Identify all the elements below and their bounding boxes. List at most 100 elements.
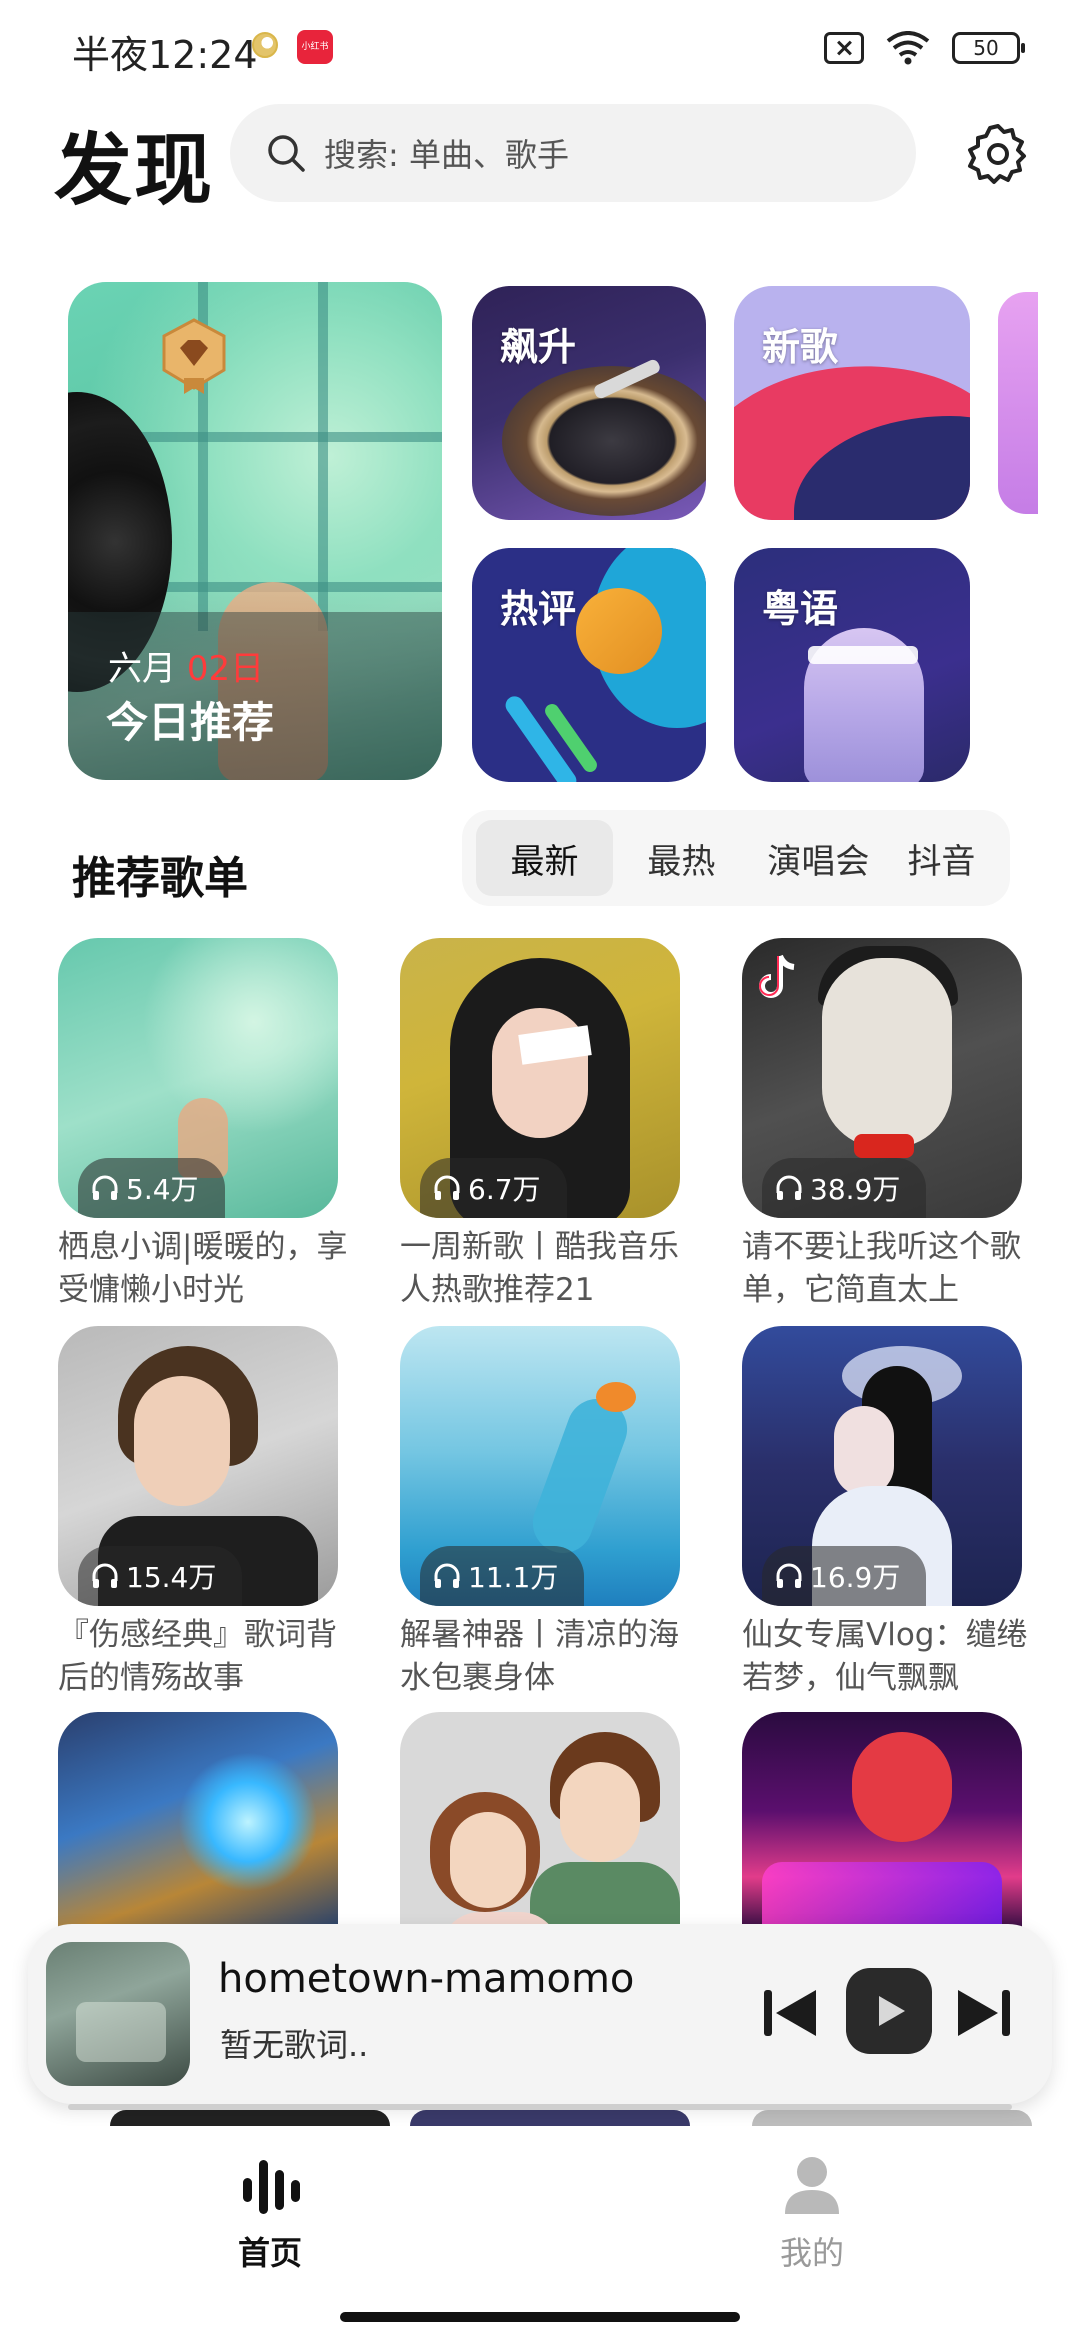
playlist-name: 栖息小调|暖暖的，享受慵懒小时光 (58, 1229, 348, 1308)
cover-figure (178, 1752, 318, 1892)
daily-title: 今日推荐 (106, 698, 275, 747)
play-button[interactable] (846, 1968, 932, 2054)
playlist-card[interactable]: 16.9万 仙女专属Vlog：缱绻若梦，仙气飘飘 (742, 1326, 1027, 1700)
daily-recommend-card[interactable]: 六月 02日 今日推荐 (68, 282, 442, 780)
playlist-card[interactable]: 6.7万 一周新歌丨酷我音乐人热歌推荐21 (400, 938, 680, 1312)
search-placeholder: 搜索: 单曲、歌手 (324, 136, 569, 174)
play-count-badge: 6.7万 (420, 1158, 567, 1218)
bottom-nav: 首页 我的 (0, 2130, 1080, 2340)
playlist-card[interactable]: 11.1万 解暑神器丨清凉的海水包裹身体 (400, 1326, 680, 1700)
diamond-badge-icon (162, 318, 226, 394)
no-signal-icon (824, 32, 864, 64)
playlist-card[interactable]: 5.4万 栖息小调|暖暖的，享受慵懒小时光 (58, 938, 347, 1312)
tab-hottest[interactable]: 最热 (613, 820, 750, 896)
headphones-icon (776, 1563, 802, 1588)
previous-track-icon[interactable] (756, 1980, 822, 2046)
status-bar: 半夜12:24 小红书 50 (0, 0, 1080, 96)
headphones-icon (92, 1175, 118, 1200)
playlist-name: 『伤感经典』歌词背后的情殇故事 (58, 1617, 337, 1696)
playlist-name: 一周新歌丨酷我音乐人热歌推荐21 (400, 1229, 679, 1308)
cover-figure (524, 1390, 636, 1562)
nav-me-label: 我的 (779, 2234, 844, 2272)
xiaohongshu-app-icon: 小红书 (297, 30, 333, 64)
sun-shape (576, 588, 662, 674)
playlist-cover (742, 1712, 1022, 1932)
chart-new-songs-label: 新歌 (762, 325, 839, 369)
play-count-badge: 5.4万 (78, 1158, 225, 1218)
chart-hot-comments-label: 热评 (500, 587, 577, 631)
playlist-card[interactable]: 15.4万 『伤感经典』歌词背后的情殇故事 (58, 1326, 338, 1700)
visor-shape (808, 646, 918, 664)
section-title: 推荐歌单 (72, 853, 248, 904)
play-icon (879, 1996, 905, 2026)
playlist-cover: 15.4万 (58, 1326, 338, 1606)
page-title: 发现 (54, 126, 215, 216)
nav-home-label: 首页 (237, 2234, 302, 2272)
playback-progress[interactable] (68, 2104, 1012, 2110)
chart-cantonese-label: 粤语 (762, 587, 839, 631)
play-count: 11.1万 (468, 1561, 559, 1594)
playlist-name: 仙女专属Vlog：缱绻若梦，仙气飘飘 (742, 1617, 1028, 1696)
playlist-card[interactable] (400, 1712, 680, 1932)
playlist-cover: 11.1万 (400, 1326, 680, 1606)
play-count: 16.9万 (810, 1561, 901, 1594)
now-playing-cover[interactable] (46, 1942, 190, 2086)
gear-icon[interactable] (966, 122, 1030, 186)
search-icon (268, 135, 305, 172)
playlist-name: 解暑神器丨清凉的海水包裹身体 (400, 1617, 679, 1696)
tiktok-logo-icon (759, 954, 795, 998)
cover-figure (762, 1862, 1002, 1932)
cover-figure (134, 1376, 230, 1506)
play-count-badge: 38.9万 (762, 1158, 927, 1218)
nav-me[interactable]: 我的 (712, 2152, 912, 2274)
tab-latest[interactable]: 最新 (476, 820, 613, 896)
headphones-icon (434, 1563, 460, 1588)
play-count: 38.9万 (810, 1173, 901, 1206)
chart-cantonese-card[interactable]: 粤语 (734, 548, 970, 782)
chart-rising-card[interactable]: 飙升 (472, 286, 706, 520)
playlist-cover (58, 1712, 338, 1932)
playlist-cover-peek (410, 2110, 690, 2126)
playlist-cover: 38.9万 (742, 938, 1022, 1218)
play-count: 5.4万 (126, 1173, 199, 1206)
cover-figure (822, 958, 952, 1148)
now-playing-title: hometown-mamomo (218, 1956, 635, 2002)
home-indicator[interactable] (340, 2312, 740, 2322)
playlist-cover-peek (752, 2110, 1032, 2126)
playlist-cover: 16.9万 (742, 1326, 1022, 1606)
cover-figure (560, 1762, 640, 1862)
nav-home[interactable]: 首页 (170, 2152, 370, 2274)
mini-player[interactable]: hometown-mamomo 暂无歌词.. (28, 1924, 1052, 2110)
status-time: 半夜12:24 (72, 33, 258, 77)
status-indicators: 50 (824, 26, 1025, 70)
next-chart-card-peek[interactable] (998, 292, 1038, 514)
playlist-card[interactable]: 38.9万 请不要让我听这个歌单，它简直太上 (742, 938, 1022, 1312)
cover-figure (834, 1406, 894, 1496)
tab-douyin[interactable]: 抖音 (887, 820, 996, 896)
playlist-card[interactable] (58, 1712, 338, 1932)
playlist-cover: 5.4万 (58, 938, 338, 1218)
daily-day: 02日 (186, 649, 265, 689)
playlist-name: 请不要让我听这个歌单，它简直太上 (742, 1229, 1021, 1308)
cover-figure (854, 1134, 914, 1158)
tab-concert[interactable]: 演唱会 (750, 820, 887, 896)
playlist-cover-peek (110, 2110, 390, 2126)
play-count-badge: 16.9万 (762, 1546, 927, 1606)
window-frame (318, 282, 328, 631)
chart-hot-comments-card[interactable]: 热评 (472, 548, 706, 782)
chart-new-songs-card[interactable]: 新歌 (734, 286, 970, 520)
battery-indicator: 50 (952, 32, 1025, 64)
play-count-badge: 11.1万 (420, 1546, 585, 1606)
moon-icon (252, 32, 278, 58)
user-icon (785, 2157, 839, 2214)
equalizer-icon (243, 2160, 300, 2214)
headphones-icon (434, 1175, 460, 1200)
playlist-cover (400, 1712, 680, 1932)
play-count: 6.7万 (468, 1173, 541, 1206)
playlist-card[interactable] (742, 1712, 1022, 1932)
next-track-icon[interactable] (952, 1980, 1018, 2046)
search-input[interactable]: 搜索: 单曲、歌手 (230, 104, 916, 202)
headphones-icon (776, 1175, 802, 1200)
daily-month: 六月 (108, 649, 176, 689)
daily-date: 六月 02日 (108, 641, 264, 690)
